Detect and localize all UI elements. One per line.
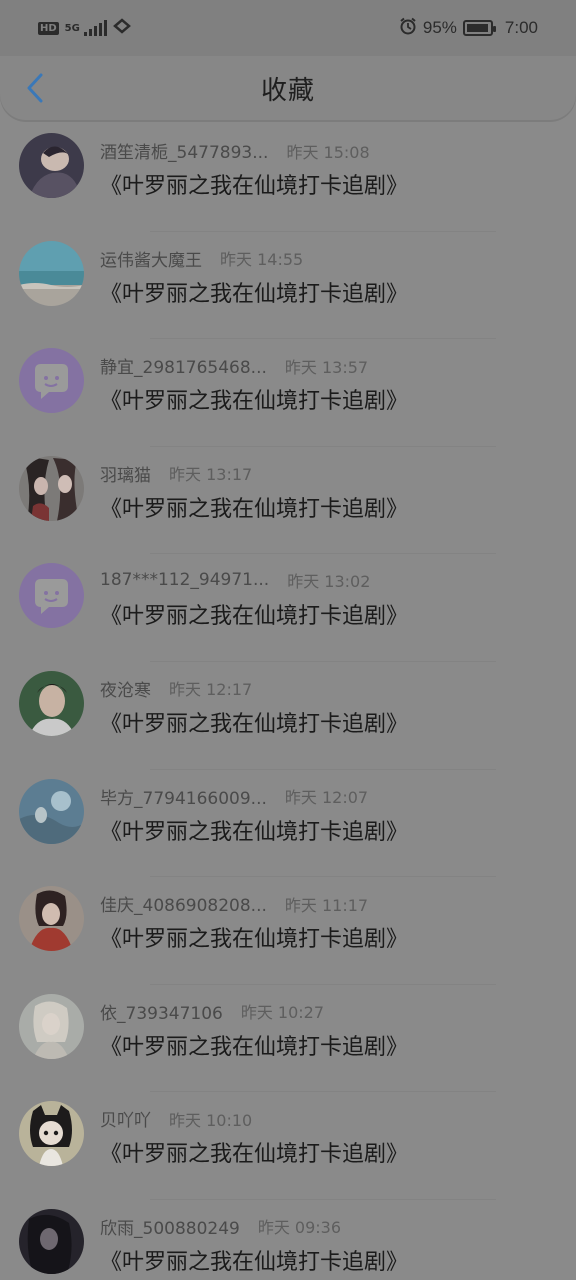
item-meta: 静宜_2981765468... 昨天 13:57 [100,353,369,379]
list-item[interactable]: 夜沧寒 昨天 12:17 《叶罗丽之我在仙境打卡追剧》 [0,662,576,770]
timestamp: 昨天 09:36 [257,1218,342,1238]
avatar[interactable] [19,348,84,414]
user-name[interactable]: 毕方_7794166009... [100,784,267,809]
item-title[interactable]: 《叶罗丽之我在仙境打卡追剧》 [100,1244,408,1276]
list-item[interactable]: 187***112_94971... 昨天 13:02 《叶罗丽之我在仙境打卡追剧》 [0,554,576,662]
timestamp: 昨天 12:07 [284,788,369,808]
timestamp: 昨天 10:27 [240,1003,325,1023]
item-title[interactable]: 《叶罗丽之我在仙境打卡追剧》 [100,276,408,308]
avatar[interactable] [19,778,84,844]
list-item[interactable]: 羽璃猫 昨天 13:17 《叶罗丽之我在仙境打卡追剧》 [0,447,576,555]
favorites-list: 酒笙清栀_5477893... 昨天 15:08 《叶罗丽之我在仙境打卡追剧》 运伟酱… [0,124,576,1280]
timestamp: 昨天 13:17 [169,465,253,485]
item-meta: 毕方_7794166009... 昨天 12:07 [100,784,368,809]
item-meta: 酒笙清栀_5477893... 昨天 15:08 [100,138,370,164]
user-name[interactable]: 酒笙清栀_5477893... [100,138,268,163]
item-meta: 夜沧寒 昨天 12:17 [100,676,252,701]
hd-icon: HD [38,21,59,35]
list-item[interactable]: 运伟酱大魔王 昨天 14:55 《叶罗丽之我在仙境打卡追剧》 [0,232,576,340]
user-name[interactable]: 羽璃猫 [100,461,151,486]
user-name[interactable]: 依_739347106 [100,999,223,1024]
user-name[interactable]: 佳庆_4086908208... [100,891,267,916]
app-header: 收藏 [0,56,576,120]
item-title[interactable]: 《叶罗丽之我在仙境打卡追剧》 [100,383,408,415]
battery-percent: 95% [422,18,457,37]
user-name[interactable]: 夜沧寒 [100,676,151,701]
list-item[interactable]: 毕方_7794166009... 昨天 12:07 《叶罗丽之我在仙境打卡追剧》 [0,770,576,878]
avatar[interactable] [19,455,84,521]
timestamp: 昨天 15:08 [286,142,370,162]
list-item[interactable]: 佳庆_4086908208... 昨天 11:17 《叶罗丽之我在仙境打卡追剧》 [0,877,576,985]
back-button[interactable] [20,72,50,104]
avatar[interactable] [19,886,84,952]
timestamp: 昨天 10:10 [169,1110,253,1130]
list-item[interactable]: 依_739347106 昨天 10:27 《叶罗丽之我在仙境打卡追剧》 [0,985,576,1093]
item-meta: 佳庆_4086908208... 昨天 11:17 [100,891,369,917]
wifi-icon [112,18,131,38]
clock: 7:00 [504,18,538,37]
avatar[interactable] [19,240,84,306]
avatar[interactable] [19,133,84,198]
item-meta: 欣雨_500880249 昨天 09:36 [100,1214,341,1239]
item-title[interactable]: 《叶罗丽之我在仙境打卡追剧》 [100,814,408,846]
user-name[interactable]: 贝吖吖 [100,1106,151,1131]
item-title[interactable]: 《叶罗丽之我在仙境打卡追剧》 [100,706,408,738]
item-title[interactable]: 《叶罗丽之我在仙境打卡追剧》 [100,598,408,630]
timestamp: 昨天 13:02 [287,572,371,592]
page-title: 收藏 [260,75,315,106]
timestamp: 昨天 14:55 [220,250,304,270]
list-item[interactable]: 贝吖吖 昨天 10:10 《叶罗丽之我在仙境打卡追剧》 [0,1092,576,1200]
item-meta: 187***112_94971... 昨天 13:02 [100,568,370,592]
avatar[interactable] [19,670,84,736]
chevron-left-icon [27,73,43,103]
item-meta: 羽璃猫 昨天 13:17 [100,461,252,486]
user-name[interactable]: 静宜_2981765468... [100,353,267,378]
user-name[interactable]: 运伟酱大魔王 [100,246,202,271]
user-name[interactable]: 187***112_94971... [100,570,269,590]
list-item[interactable]: 酒笙清栀_5477893... 昨天 15:08 《叶罗丽之我在仙境打卡追剧》 [0,124,576,232]
item-title[interactable]: 《叶罗丽之我在仙境打卡追剧》 [100,491,408,523]
status-left: HD 5G [38,18,131,38]
avatar[interactable] [19,1101,84,1167]
user-name[interactable]: 欣雨_500880249 [100,1214,240,1239]
timestamp: 昨天 11:17 [284,895,369,915]
list-item[interactable]: 静宜_2981765468... 昨天 13:57 《叶罗丽之我在仙境打卡追剧》 [0,339,576,447]
timestamp: 昨天 13:57 [284,357,369,377]
item-title[interactable]: 《叶罗丽之我在仙境打卡追剧》 [100,168,408,200]
item-meta: 贝吖吖 昨天 10:10 [100,1106,253,1132]
battery-fill [466,24,488,32]
timestamp: 昨天 12:17 [169,680,253,700]
battery-icon [462,20,496,36]
item-meta: 运伟酱大魔王 昨天 14:55 [100,246,303,271]
avatar[interactable] [19,1208,84,1274]
network-type: 5G [64,22,80,34]
status-right: 95% 7:00 [399,17,538,39]
avatar[interactable] [19,993,84,1059]
item-title[interactable]: 《叶罗丽之我在仙境打卡追剧》 [100,921,408,953]
avatar[interactable] [19,563,84,629]
item-title[interactable]: 《叶罗丽之我在仙境打卡追剧》 [100,1136,408,1168]
alarm-icon [399,17,417,39]
list-item[interactable]: 欣雨_500880249 昨天 09:36 《叶罗丽之我在仙境打卡追剧》 [0,1200,576,1280]
item-title[interactable]: 《叶罗丽之我在仙境打卡追剧》 [100,1029,408,1061]
item-meta: 依_739347106 昨天 10:27 [100,999,324,1024]
status-bar: HD 5G 95% 7:00 [0,0,576,56]
signal-icon [83,20,107,36]
